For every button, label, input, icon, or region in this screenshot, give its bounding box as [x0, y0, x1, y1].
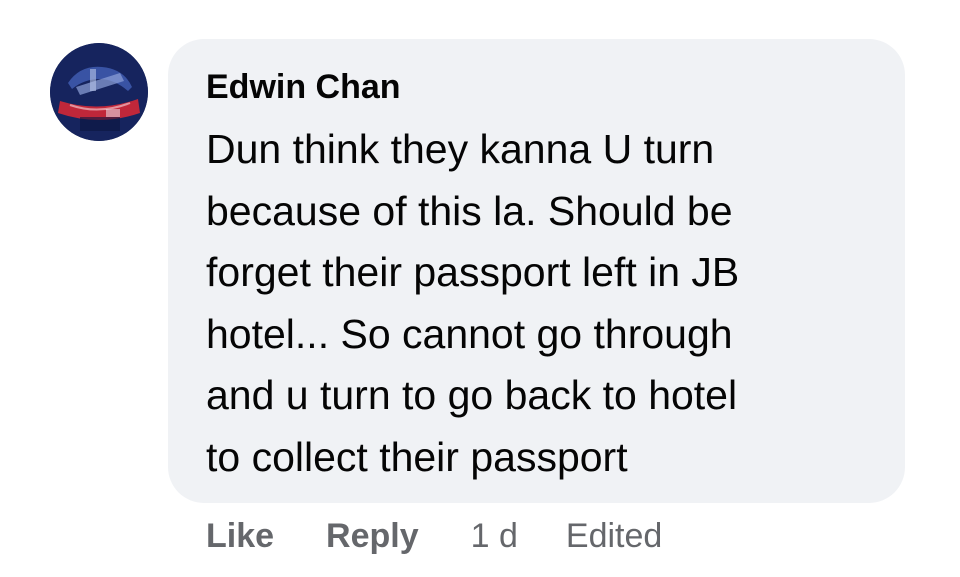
comment-thread: Edwin Chan Dun think they kanna U turn b…	[0, 0, 960, 577]
comment-line: because of this la. Should be	[206, 187, 733, 234]
reply-button[interactable]: Reply	[326, 517, 419, 556]
comment-line: forget their passport left in JB	[206, 249, 740, 295]
comment-line: Dun think they kanna U turn	[206, 126, 715, 172]
comment-line: hotel... So cannot go through	[206, 310, 733, 357]
comment-line: and u turn to go back to hotel	[206, 372, 738, 418]
comment-text: Dun think they kanna U turn because of t…	[206, 119, 886, 488]
comment-actions: Like Reply 1 d Edited	[206, 514, 662, 558]
comment-author-name[interactable]: Edwin Chan	[206, 68, 401, 107]
comment-line: to collect their passport	[206, 433, 628, 480]
comment-timestamp[interactable]: 1 d	[471, 517, 518, 556]
avatar[interactable]	[50, 43, 148, 141]
avatar-image	[50, 43, 148, 141]
edited-label[interactable]: Edited	[566, 517, 662, 556]
like-button[interactable]: Like	[206, 517, 274, 556]
